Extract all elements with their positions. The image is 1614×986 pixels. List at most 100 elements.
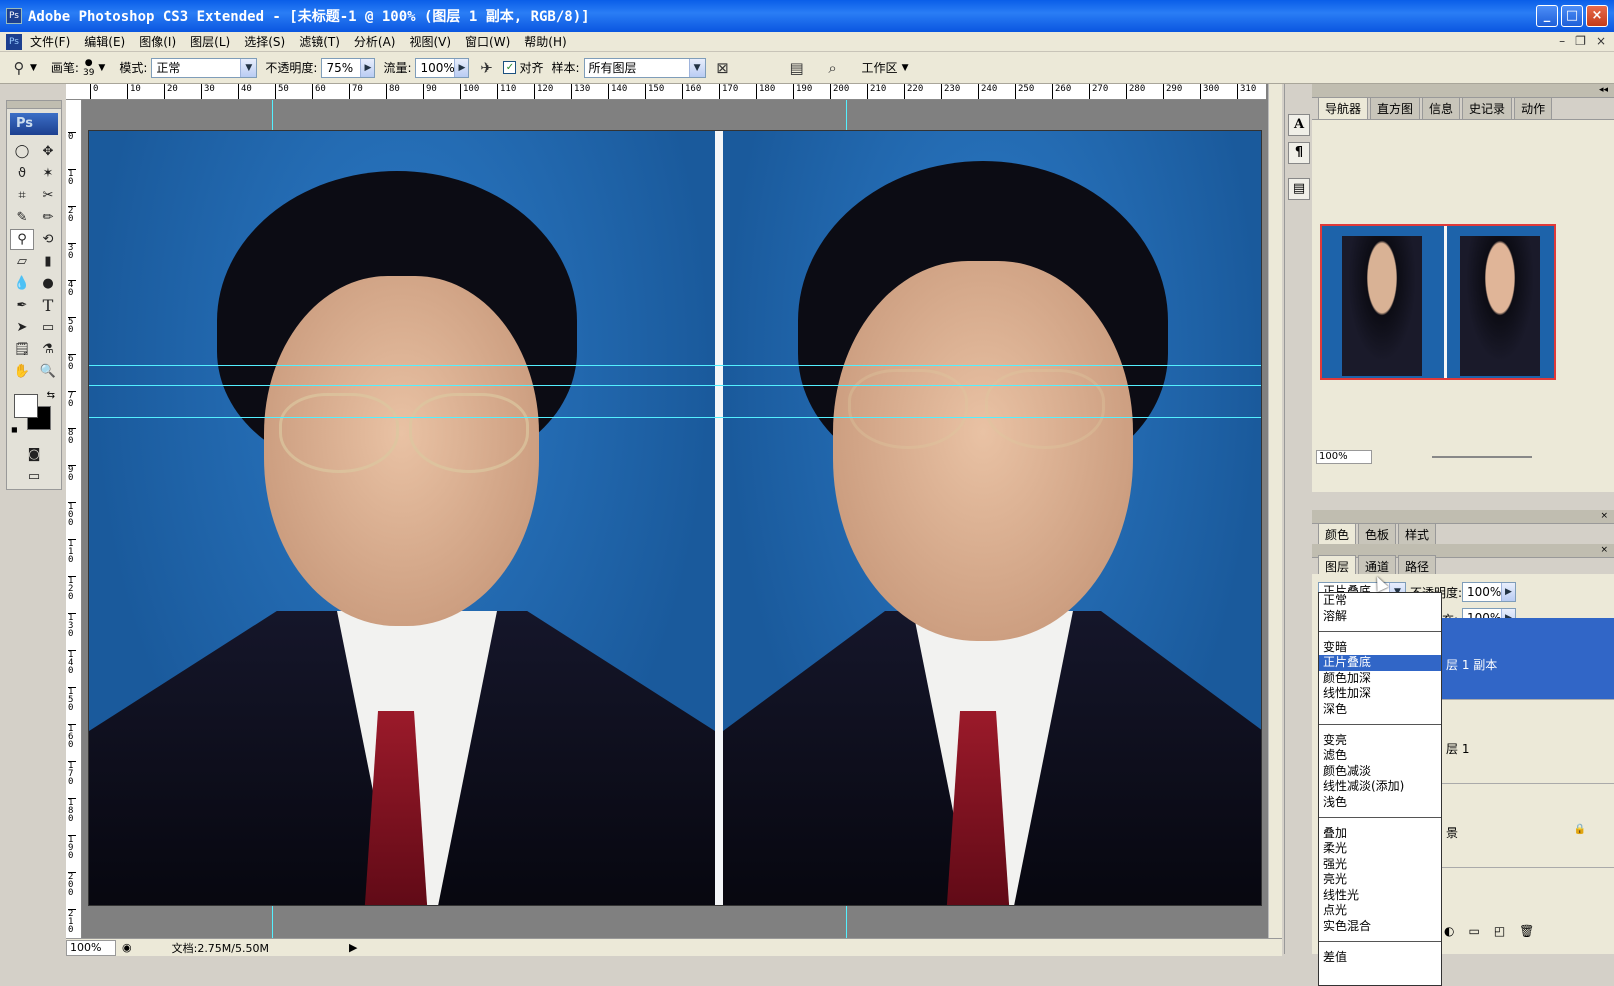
blend-mode-option[interactable]: 线性光 [1319, 888, 1441, 904]
blend-mode-option[interactable]: 线性减淡(添加) [1319, 779, 1441, 795]
move-tool-icon[interactable]: ✥ [36, 141, 60, 162]
ignore-adjustment-layers-icon[interactable]: ⊠ [712, 57, 734, 79]
layer-row[interactable]: 景 🔒 [1442, 786, 1614, 868]
panel-header[interactable]: ◂◂ [1312, 84, 1614, 98]
blend-mode-option[interactable]: 实色混合 [1319, 919, 1441, 935]
delete-layer-icon[interactable]: 🗑 [1519, 924, 1534, 938]
dodge-tool-icon[interactable]: ● [36, 273, 60, 294]
aligned-checkbox[interactable]: ✓ [503, 61, 517, 74]
sample-chevron-down-icon[interactable]: ▼ [688, 58, 705, 77]
minimize-button[interactable]: _ [1536, 5, 1558, 27]
pen-tool-icon[interactable]: ✒ [10, 295, 34, 316]
document-canvas[interactable] [88, 130, 1262, 906]
zoom-tool-icon[interactable]: 🔍 [36, 361, 60, 382]
clone-stamp-tool-icon[interactable]: ⚲ [10, 229, 34, 250]
workspace-label[interactable]: 工作区 [862, 59, 898, 76]
tab-histogram[interactable]: 直方图 [1370, 97, 1421, 119]
brush-picker[interactable]: ● 39 [83, 58, 94, 78]
flow-input[interactable]: 100% ▶ [415, 57, 470, 78]
gradient-tool-icon[interactable]: ▮ [36, 251, 60, 272]
quick-mask-icon[interactable]: ◙ [10, 444, 58, 465]
blend-mode-option[interactable]: 叠加 [1319, 826, 1441, 842]
doc-close-button[interactable]: × [1596, 34, 1606, 48]
sample-select[interactable]: 所有图层 ▼ [583, 57, 706, 78]
status-menu-arrow-icon[interactable]: ▶ [349, 941, 357, 954]
layer-row[interactable]: 层 1 [1442, 702, 1614, 784]
menu-window[interactable]: 窗口(W) [465, 33, 510, 50]
panel-header[interactable]: × [1312, 510, 1614, 524]
blend-mode-option[interactable]: 变亮 [1319, 733, 1441, 749]
blur-tool-icon[interactable]: 💧 [10, 273, 34, 294]
brush-tool-icon[interactable]: ✏ [36, 207, 60, 228]
adjustment-layer-icon[interactable]: ◐ [1444, 924, 1454, 938]
tab-history[interactable]: 史记录 [1462, 97, 1513, 119]
clone-stamp-tool-preset-icon[interactable]: ⚲ [8, 57, 30, 79]
guide-horizontal[interactable] [89, 365, 1261, 366]
palette-well-icon[interactable]: ▤ [786, 57, 808, 79]
workspace-chevron-down-icon[interactable]: ▼ [902, 63, 909, 73]
guide-horizontal[interactable] [89, 417, 1261, 418]
layer-opacity-arrow-icon[interactable]: ▶ [1501, 583, 1515, 601]
tab-actions[interactable]: 动作 [1514, 97, 1553, 119]
blend-mode-option[interactable]: 线性加深 [1319, 686, 1441, 702]
magic-wand-tool-icon[interactable]: ✶ [36, 163, 60, 184]
mode-chevron-down-icon[interactable]: ▼ [240, 58, 257, 77]
opacity-input[interactable]: 75% ▶ [321, 57, 376, 78]
layer-row[interactable]: 层 1 副本 [1442, 618, 1614, 700]
default-colors-icon[interactable]: ◼ [11, 425, 18, 434]
toolbox-grip[interactable] [7, 101, 61, 109]
blend-mode-option[interactable]: 浅色 [1319, 795, 1441, 811]
zoom-field[interactable]: 100% [66, 939, 116, 956]
blend-mode-option[interactable]: 正常 [1319, 593, 1441, 609]
bridge-icon[interactable]: ⌕ [822, 57, 844, 79]
new-layer-icon[interactable]: ◰ [1494, 924, 1505, 938]
menu-layer[interactable]: 图层(L) [190, 33, 230, 50]
blend-mode-option[interactable]: 滤色 [1319, 748, 1441, 764]
layer-opacity-input[interactable]: 100% ▶ [1462, 582, 1516, 602]
new-group-icon[interactable]: ▭ [1468, 924, 1479, 938]
tab-swatches[interactable]: 色板 [1358, 523, 1397, 545]
doc-restore-button[interactable]: ❐ [1575, 34, 1586, 48]
blend-mode-option[interactable]: 差值 [1319, 950, 1441, 966]
eyedropper-tool-icon[interactable]: ⚗ [36, 339, 60, 360]
menu-image[interactable]: 图像(I) [139, 33, 176, 50]
doc-minimize-button[interactable]: – [1559, 34, 1565, 48]
blend-mode-option[interactable]: 颜色加深 [1319, 671, 1441, 687]
blend-mode-option[interactable]: 强光 [1319, 857, 1441, 873]
blend-mode-option[interactable]: 正片叠底 [1319, 655, 1441, 671]
navigator-thumbnail[interactable] [1320, 224, 1556, 380]
tab-color[interactable]: 颜色 [1318, 523, 1357, 545]
flow-slider-arrow-icon[interactable]: ▶ [454, 58, 469, 77]
shape-tool-icon[interactable]: ▭ [36, 317, 60, 338]
foreground-color-swatch[interactable] [14, 394, 38, 418]
maximize-button[interactable]: □ [1561, 5, 1583, 27]
preset-chevron-down-icon[interactable]: ▼ [30, 63, 37, 73]
menu-file[interactable]: 文件(F) [30, 33, 70, 50]
path-selection-tool-icon[interactable]: ➤ [10, 317, 34, 338]
vertical-ruler[interactable]: 0 10 20 30 40 50 60 70 80 90 100 110 120 130 140 150 160… [66, 100, 82, 940]
lasso-tool-icon[interactable]: ϑ [10, 163, 34, 184]
type-tool-icon[interactable]: T [36, 295, 60, 316]
blend-mode-option[interactable]: 颜色减淡 [1319, 764, 1441, 780]
healing-brush-tool-icon[interactable]: ✎ [10, 207, 34, 228]
blend-mode-option[interactable]: 深色 [1319, 702, 1441, 718]
tab-navigator[interactable]: 导航器 [1318, 97, 1369, 119]
menu-view[interactable]: 视图(V) [409, 33, 451, 50]
blend-mode-option[interactable]: 柔光 [1319, 841, 1441, 857]
menu-analysis[interactable]: 分析(A) [354, 33, 396, 50]
tab-info[interactable]: 信息 [1422, 97, 1461, 119]
swap-colors-icon[interactable]: ⇆ [47, 390, 55, 401]
menu-filter[interactable]: 滤镜(T) [299, 33, 340, 50]
history-brush-tool-icon[interactable]: ⟲ [36, 229, 60, 250]
blend-mode-option[interactable]: 亮光 [1319, 872, 1441, 888]
mode-select[interactable]: 正常 ▼ [151, 57, 258, 78]
close-button[interactable]: × [1586, 5, 1608, 27]
notes-tool-icon[interactable]: 🗒 [10, 339, 34, 360]
marquee-tool-icon[interactable]: ◯ [10, 141, 34, 162]
layer-comps-panel-icon[interactable]: ▤ [1288, 178, 1310, 200]
slice-tool-icon[interactable]: ✂ [36, 185, 60, 206]
status-info-icon[interactable]: ◉ [122, 941, 132, 954]
guide-horizontal[interactable] [89, 385, 1261, 386]
opacity-slider-arrow-icon[interactable]: ▶ [360, 58, 375, 77]
screen-mode-icon[interactable]: ▭ [10, 466, 58, 487]
